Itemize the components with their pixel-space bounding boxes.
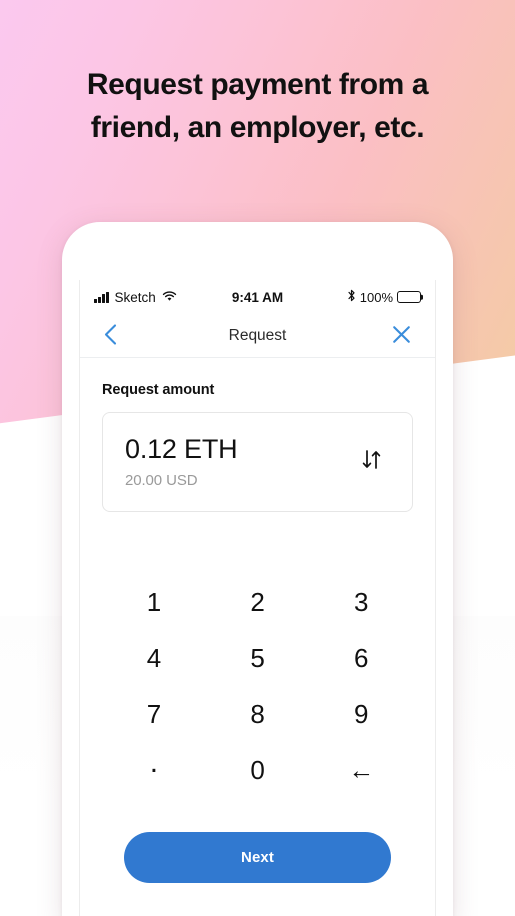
- page-headline: Request payment from a friend, an employ…: [0, 64, 515, 149]
- headline-line-2: friend, an employer, etc.: [90, 110, 425, 144]
- screen-content: Request amount 0.12 ETH 20.00 USD 1 2 3 …: [80, 358, 435, 883]
- phone-mockup: Sketch 9:41 AM 100% Request Request amou…: [62, 222, 453, 916]
- amount-input-card[interactable]: 0.12 ETH 20.00 USD: [102, 412, 413, 512]
- amount-values: 0.12 ETH 20.00 USD: [125, 433, 353, 488]
- key-1[interactable]: 1: [102, 574, 206, 630]
- key-2[interactable]: 2: [206, 574, 310, 630]
- key-6[interactable]: 6: [309, 630, 413, 686]
- status-bar-left: Sketch: [94, 290, 177, 305]
- amount-primary-value: 0.12 ETH: [125, 434, 238, 465]
- carrier-name: Sketch: [114, 289, 156, 305]
- phone-screen: Sketch 9:41 AM 100% Request Request amou…: [79, 280, 436, 916]
- close-button[interactable]: [388, 321, 415, 351]
- key-decimal[interactable]: .: [102, 742, 206, 798]
- wifi-icon: [162, 290, 177, 305]
- signal-bars-icon: [94, 291, 109, 303]
- close-x-icon: [392, 325, 411, 347]
- nav-bar: Request: [80, 314, 435, 358]
- page-title: Request: [228, 326, 287, 344]
- key-5[interactable]: 5: [206, 630, 310, 686]
- status-bar-right: 100%: [347, 289, 421, 305]
- request-amount-label: Request amount: [102, 382, 215, 398]
- key-backspace[interactable]: ←: [309, 742, 413, 798]
- swap-vertical-arrows-icon: [359, 447, 384, 475]
- numeric-keypad: 1 2 3 4 5 6 7 8 9 . 0 ←: [102, 574, 413, 798]
- currency-swap-button[interactable]: [353, 441, 390, 481]
- key-7[interactable]: 7: [102, 686, 206, 742]
- key-9[interactable]: 9: [309, 686, 413, 742]
- next-button[interactable]: Next: [124, 832, 391, 883]
- headline-line-1: Request payment from a: [86, 68, 429, 101]
- back-button[interactable]: [100, 320, 121, 352]
- bluetooth-icon: [347, 289, 356, 305]
- key-0[interactable]: 0: [206, 742, 310, 798]
- battery-percent-label: 100%: [359, 289, 393, 305]
- chevron-left-icon: [104, 323, 117, 348]
- key-8[interactable]: 8: [206, 686, 310, 742]
- battery-full-icon: [397, 291, 421, 303]
- status-bar: Sketch 9:41 AM 100%: [80, 280, 435, 314]
- footer-actions: Next: [102, 798, 413, 883]
- key-3[interactable]: 3: [309, 574, 413, 630]
- amount-secondary-value: 20.00 USD: [125, 471, 198, 489]
- key-4[interactable]: 4: [102, 630, 206, 686]
